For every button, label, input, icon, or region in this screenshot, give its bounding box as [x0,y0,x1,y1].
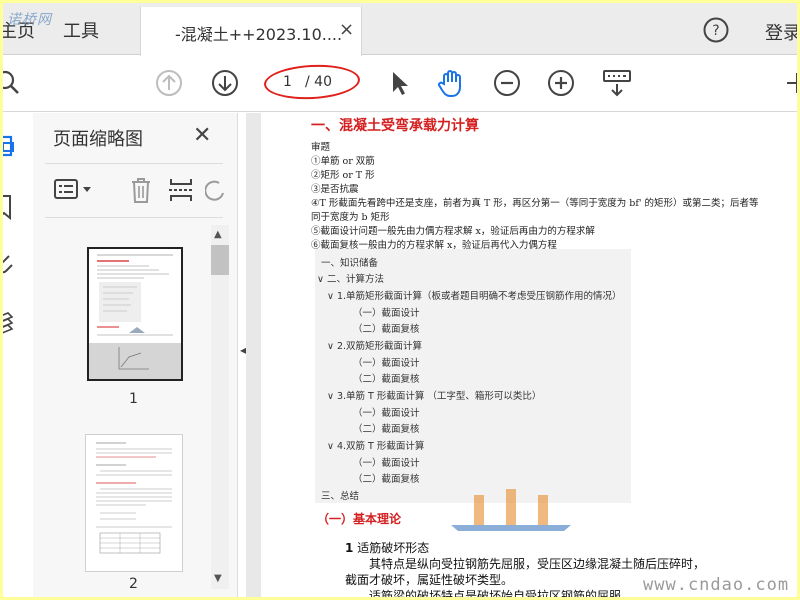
table-of-contents: 一、知识储备 ∨ 二、计算方法 ∨ 1.单筋矩形截面计算（板或者题目明确不考虑受… [315,249,631,503]
tab-tools[interactable]: 工具 [63,17,99,43]
toc-item[interactable]: ∨ 2.双筋矩形截面计算 [327,338,422,352]
watermark-logo-mark [451,489,571,531]
toc-item[interactable]: ∨ 1.单筋矩形截面计算（板或者题目明确不考虑受压钢筋作用的情况） [327,288,622,302]
tab-document[interactable]: -混凝土++2023.10.... × [140,7,362,56]
document-line: ①单筋 or 双筋 [311,156,375,167]
login-button[interactable]: 登录 [765,19,797,45]
document-line: ②矩形 or T 形 [311,170,375,181]
toc-item[interactable]: ∨ 4.双筋 T 形截面计算 [327,438,424,452]
search-icon[interactable] [3,67,25,99]
thumbnail-options-icon[interactable] [53,177,97,203]
subsection-number: 1 [345,541,354,555]
subsection-title: 适筋破坏形态 [357,541,430,555]
close-tab-icon[interactable]: × [339,19,354,40]
extract-page-icon[interactable] [167,175,195,205]
keyboard-scroll-icon[interactable] [601,67,633,99]
footer-watermark: www.cndao.com [643,575,790,595]
tab-bar: 主页 工具 -混凝土++2023.10.... × ? 登录 诺桥网 [3,3,797,56]
body-text: 截面才破坏，属延性破坏类型。 [345,573,514,587]
toc-item[interactable]: （一）截面设计 [353,405,420,419]
document-tab-title: -混凝土++2023.10.... [175,25,343,44]
toc-item[interactable]: （二）截面复核 [353,421,420,435]
thumbnails-icon[interactable] [3,133,19,161]
rotate-page-icon[interactable] [205,175,225,205]
toc-item[interactable]: （二）截面复核 [353,371,420,385]
close-panel-icon[interactable]: ✕ [193,123,211,148]
thumbnail-label-1: 1 [129,391,138,407]
more-tools-icon[interactable] [781,67,797,99]
app-window: 主页 工具 -混凝土++2023.10.... × ? 登录 诺桥网 1 / 4… [3,3,797,597]
divider [45,217,223,218]
bookmark-icon[interactable] [3,193,19,221]
toc-item[interactable]: （一）截面设计 [353,455,420,469]
toc-item[interactable]: 三、总结 [321,488,359,502]
thumbnail-label-2: 2 [129,576,138,592]
scrollbar-thumb[interactable] [211,245,229,275]
next-page-icon[interactable] [209,67,241,99]
document-line: ④T 形截面先看跨中还是支座，前者为真 T 形，再区分第一（等同于宽度为 bf'… [311,198,759,209]
zoom-out-icon[interactable] [491,67,523,99]
attachment-icon[interactable] [3,251,19,279]
svg-text:?: ? [712,23,719,39]
toc-item[interactable]: （二）截面复核 [353,471,420,485]
document-line: 同于宽度为 b 矩形 [311,212,390,223]
toc-item[interactable]: （一）截面设计 [353,305,420,319]
document-viewer: 一、混凝土受弯承载力计算 审题 ①单筋 or 双筋 ②矩形 or T 形 ③是否… [246,113,797,597]
toc-item[interactable]: （二）截面复核 [353,321,420,335]
document-line: ③是否抗震 [311,184,359,195]
page-thumbnail-2[interactable] [85,434,183,572]
watermark-logo: 诺桥网 [7,12,52,28]
document-page: 一、混凝土受弯承载力计算 审题 ①单筋 or 双筋 ②矩形 or T 形 ③是否… [261,113,797,597]
scroll-up-icon[interactable]: ▲ [214,229,222,240]
panel-title: 页面缩略图 [53,129,143,150]
page-2-preview [96,442,172,554]
subsection-heading: 1 适筋破坏形态 [345,539,429,556]
previous-page-icon[interactable] [153,67,185,99]
document-line: 审题 [311,142,331,153]
delete-page-icon[interactable] [127,175,155,205]
select-cursor-icon[interactable] [383,67,415,99]
zoom-in-icon[interactable] [545,67,577,99]
hand-tool-icon[interactable] [435,67,467,99]
toc-item[interactable]: ∨ 二、计算方法 [317,271,384,285]
document-line: ⑤截面设计问题一般先由力偶方程求解 x，验证后再由力的方程求解 [311,226,595,237]
section-heading: （一）基本理论 [317,512,402,526]
page-1-preview [89,254,181,379]
divider [45,163,223,164]
panel-toolbar [45,171,230,209]
toc-item[interactable]: 一、知识储备 [321,255,378,269]
toolbar: 1 / 40 [3,56,797,112]
help-icon[interactable]: ? [702,16,730,44]
body-text: 适筋梁的破坏特点是破坏始自受拉区钢筋的屈服。 [369,589,634,597]
layers-icon[interactable] [3,309,19,337]
left-icon-strip [3,113,33,597]
toc-item[interactable]: （一）截面设计 [353,355,420,369]
body-text: 其特点是纵向受拉钢筋先屈服，受压区边缘混凝土随后压碎时， [369,557,706,571]
page-thumbnail-1[interactable] [87,247,183,381]
toc-item[interactable]: ∨ 3.单筋 T 形截面计算 （工字型、箱形可以类比） [327,388,541,402]
scrollbar[interactable]: ▲ ▼ [211,225,229,589]
scroll-down-icon[interactable]: ▼ [214,573,222,584]
document-heading: 一、混凝土受弯承载力计算 [311,118,479,134]
